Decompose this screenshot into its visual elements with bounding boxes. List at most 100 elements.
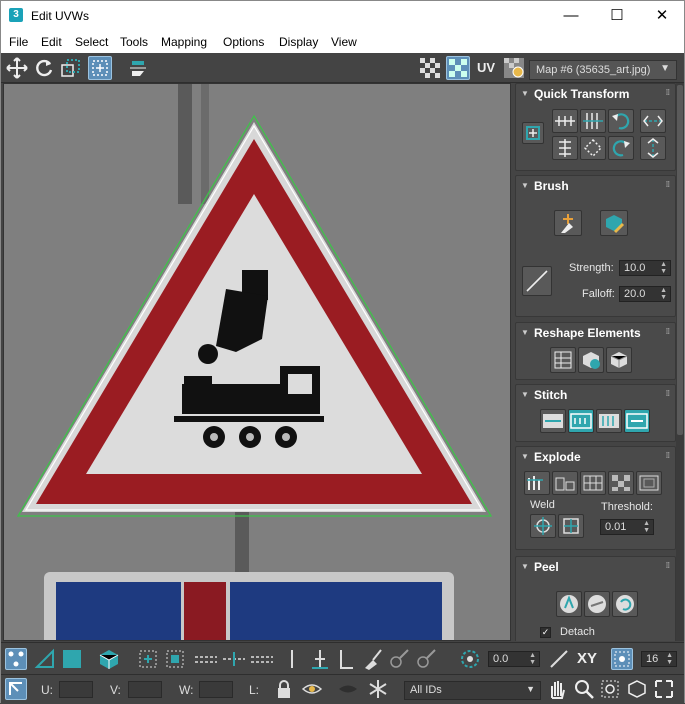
loop-shrink-icon[interactable] [249,648,275,670]
spinner-arrows-icon[interactable]: ▲ ▼ [643,520,650,534]
reset-peel-icon[interactable] [612,591,638,617]
menu-tools[interactable]: Tools [120,35,148,49]
w-coordinate-field[interactable] [199,681,233,698]
checker-icon[interactable] [418,56,442,80]
panel-scrollbar-thumb[interactable] [677,85,683,435]
paint-select-shrink-icon[interactable] [415,648,437,670]
freeform-mode-icon[interactable] [88,56,112,80]
pixel-count-spinner[interactable]: 16 ▲ ▼ [641,651,677,667]
relax-brush-icon[interactable] [600,210,628,236]
flip-horizontal-icon[interactable] [640,109,666,133]
stitch-to-target-icon[interactable] [540,409,566,433]
menu-select[interactable]: Select [75,35,108,49]
vertex-mode-icon[interactable] [5,648,27,670]
explode-grid-icon[interactable] [580,471,606,495]
rollout-header-peel[interactable]: ▼ Peel ⁞⁞ [516,557,675,577]
menu-view[interactable]: View [331,35,357,49]
straighten-icon[interactable] [580,136,606,160]
select-by-element-icon[interactable] [137,648,159,670]
weld-selected-icon[interactable] [530,514,556,538]
zoom-region-icon[interactable] [599,678,621,700]
edge-loop-icon[interactable] [281,648,303,670]
spinner-arrows-icon[interactable]: ▲ ▼ [660,261,667,275]
menu-options[interactable]: Options [223,35,264,49]
paint-select-icon[interactable] [361,648,383,670]
rollout-header-explode[interactable]: ▼ Explode ⁞⁞ [516,447,675,467]
angle-spinner[interactable]: 0.0 ▲ ▼ [488,651,540,667]
face-mode-icon[interactable] [61,648,83,670]
relax-icon[interactable] [578,347,604,373]
element-mode-icon[interactable] [98,648,120,670]
lock-icon[interactable] [273,678,295,700]
hide-selection-icon[interactable] [301,678,323,700]
drag-grip-icon[interactable]: ⁞⁞ [666,451,670,460]
stitch-custom-icon[interactable] [624,409,650,433]
drag-grip-icon[interactable]: ⁞⁞ [666,389,670,398]
edge-ring-icon[interactable] [309,648,331,670]
snap-line-icon[interactable] [548,648,570,670]
scale-icon[interactable] [59,56,83,80]
edge-select-icon[interactable] [335,648,357,670]
explode-to-box-icon[interactable] [636,471,662,495]
rotate-icon[interactable] [32,56,56,80]
detach-checkbox[interactable]: ✓ [540,627,551,638]
relax-settings-icon[interactable] [606,347,632,373]
menu-display[interactable]: Display [279,35,318,49]
close-button[interactable]: ✕ [639,1,685,31]
rollout-header-reshape[interactable]: ▼ Reshape Elements ⁞⁞ [516,323,675,343]
spinner-arrows-icon[interactable]: ▲ ▼ [660,287,667,301]
drag-grip-icon[interactable]: ⁞⁞ [666,327,670,336]
break-icon[interactable] [524,471,550,495]
rotate-cw-icon[interactable] [608,136,634,160]
space-horizontal-icon[interactable] [580,109,606,133]
uv-editor-viewport[interactable] [3,83,511,641]
edge-mode-icon[interactable] [34,648,56,670]
flatten-checker-icon[interactable] [608,471,634,495]
uv-toggle-button[interactable]: UV [474,56,498,80]
rollout-header-stitch[interactable]: ▼ Stitch ⁞⁞ [516,385,675,405]
strength-spinner[interactable]: 10.0 ▲ ▼ [619,260,671,276]
loop-grow-icon[interactable] [221,648,247,670]
drag-grip-icon[interactable]: ⁞⁞ [666,180,670,189]
falloff-spinner[interactable]: 20.0 ▲ ▼ [619,286,671,302]
freeze-icon[interactable] [367,678,389,700]
zoom-icon[interactable] [573,678,595,700]
menu-file[interactable]: File [9,35,28,49]
align-vertical-icon[interactable] [552,136,578,160]
minimize-button[interactable]: — [548,1,594,31]
weld-target-icon[interactable] [558,514,584,538]
drag-grip-icon[interactable]: ⁞⁞ [666,88,670,97]
texture-settings-icon[interactable] [502,56,526,80]
paint-select-grow-icon[interactable] [388,648,410,670]
maximize-button[interactable]: ☐ [594,1,640,31]
map-select-dropdown[interactable]: Map #6 (35635_art.jpg) ▼ [529,60,677,80]
zoom-selected-icon[interactable] [653,678,675,700]
rotate-ccw-icon[interactable] [608,109,634,133]
pixel-snap-icon[interactable] [611,648,633,670]
menu-edit[interactable]: Edit [41,35,62,49]
menu-mapping[interactable]: Mapping [161,35,207,49]
spinner-arrows-icon[interactable]: ▲ ▼ [529,652,536,666]
stitch-to-source-icon[interactable] [596,409,622,433]
xy-toggle-button[interactable]: XY [574,648,600,670]
zoom-extents-icon[interactable] [626,678,648,700]
grow-selection-icon[interactable] [164,648,186,670]
quick-peel-icon[interactable] [556,591,582,617]
brush-falloff-curve-icon[interactable] [522,266,552,296]
rollout-header-brush[interactable]: ▼ Brush ⁞⁞ [516,176,675,196]
paint-move-icon[interactable] [554,210,582,236]
mirror-icon[interactable] [126,56,150,80]
v-coordinate-field[interactable] [128,681,162,698]
drag-grip-icon[interactable]: ⁞⁞ [666,561,670,570]
ring-selection-icon[interactable] [193,648,219,670]
rotate-angle-icon[interactable] [459,648,481,670]
material-id-dropdown[interactable]: All IDs ▼ [404,681,541,700]
checker-grid-icon[interactable] [446,56,470,80]
flip-vertical-icon[interactable] [640,136,666,160]
u-coordinate-field[interactable] [59,681,93,698]
threshold-spinner[interactable]: 0.01 ▲ ▼ [600,519,654,535]
rollout-header-quick-transform[interactable]: ▼ Quick Transform ⁞⁞ [516,84,675,104]
absolute-offset-icon[interactable] [5,678,27,700]
detach-edge-icon[interactable] [552,471,578,495]
peel-mode-icon[interactable] [584,591,610,617]
